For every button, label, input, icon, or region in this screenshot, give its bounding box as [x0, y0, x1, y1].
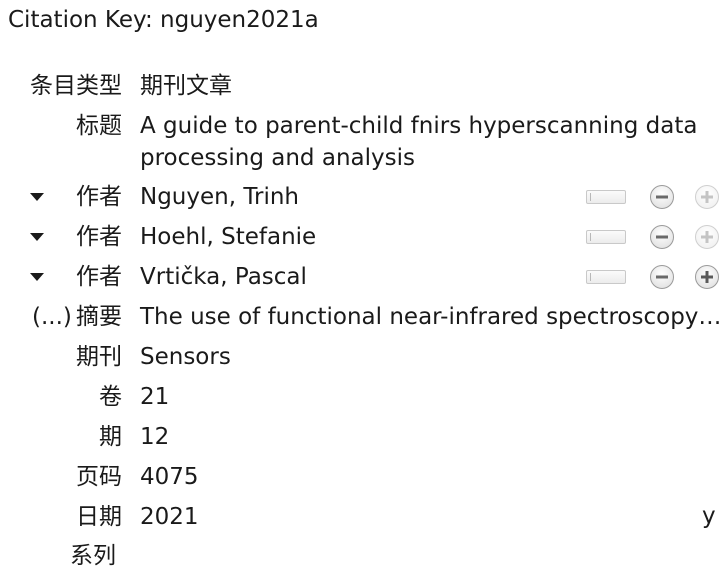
minus-circle-icon[interactable]: [650, 185, 674, 209]
field-value-abstract[interactable]: The use of functional near-infrared spec…: [140, 301, 721, 333]
minus-circle-icon[interactable]: [650, 225, 674, 249]
minus-circle-icon[interactable]: [650, 265, 674, 289]
field-label-creator-3[interactable]: 作者: [76, 261, 122, 293]
triangle-down-icon[interactable]: [30, 193, 44, 201]
plus-circle-icon[interactable]: [695, 185, 719, 209]
triangle-down-icon[interactable]: [30, 233, 44, 241]
field-value-date[interactable]: 2021: [140, 501, 199, 533]
field-label-creator-2[interactable]: 作者: [76, 221, 122, 253]
field-label-pages: 页码: [76, 464, 122, 490]
field-value-title[interactable]: A guide to parent-child fnirs hyperscann…: [140, 110, 715, 174]
field-value-publication[interactable]: Sensors: [140, 341, 231, 373]
switch-creator-mode-icon[interactable]: [586, 230, 626, 244]
field-label-title: 标题: [76, 113, 122, 139]
plus-circle-icon[interactable]: [695, 225, 719, 249]
switch-creator-mode-icon[interactable]: [586, 270, 626, 284]
field-value-item-type[interactable]: 期刊文章: [140, 70, 232, 102]
field-label-abstract: 摘要: [76, 304, 122, 330]
triangle-down-icon[interactable]: [30, 273, 44, 281]
field-value-issue[interactable]: 12: [140, 421, 169, 453]
plus-circle-icon[interactable]: [695, 265, 719, 289]
field-label-series-partial: 系列: [70, 543, 116, 569]
field-value-pages[interactable]: 4075: [140, 461, 199, 493]
abstract-expander[interactable]: (...): [32, 301, 72, 333]
field-label-date: 日期: [76, 504, 122, 530]
field-label-creator-1[interactable]: 作者: [76, 181, 122, 213]
date-order-indicator: y: [702, 503, 716, 529]
citation-key: Citation Key: nguyen2021a: [8, 7, 319, 33]
field-value-creator-3[interactable]: Vrtička, Pascal: [140, 261, 307, 293]
field-value-volume[interactable]: 21: [140, 381, 169, 413]
field-value-creator-2[interactable]: Hoehl, Stefanie: [140, 221, 316, 253]
field-label-volume: 卷: [99, 384, 122, 410]
field-label-item-type: 条目类型: [30, 73, 122, 99]
switch-creator-mode-icon[interactable]: [586, 190, 626, 204]
field-label-issue: 期: [99, 424, 122, 450]
field-label-publication: 期刊: [76, 344, 122, 370]
field-value-creator-1[interactable]: Nguyen, Trinh: [140, 181, 299, 213]
